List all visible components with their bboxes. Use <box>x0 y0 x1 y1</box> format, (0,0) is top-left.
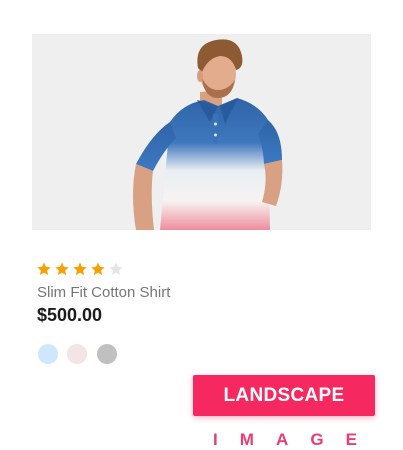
swatch-light-pink[interactable] <box>67 344 87 364</box>
caption-letter: I <box>213 430 218 449</box>
star-filled-icon <box>54 261 72 277</box>
product-title[interactable]: Slim Fit Cotton Shirt <box>37 284 170 301</box>
product-price: $500.00 <box>37 305 103 325</box>
product-image[interactable] <box>32 34 371 230</box>
star-filled-icon <box>90 261 108 277</box>
caption-letter: E <box>345 430 357 449</box>
product-photo <box>32 34 371 230</box>
image-caption: IMAGE <box>193 430 375 450</box>
star-rating <box>36 261 126 277</box>
swatch-gray[interactable] <box>97 344 117 364</box>
star-empty-icon <box>108 261 126 277</box>
swatch-light-blue[interactable] <box>38 344 58 364</box>
landscape-button[interactable]: LANDSCAPE <box>193 375 375 416</box>
caption-letter: G <box>310 430 324 449</box>
caption-letter: A <box>276 430 289 449</box>
caption-letter: M <box>239 430 254 449</box>
star-filled-icon <box>72 261 90 277</box>
star-filled-icon <box>36 261 54 277</box>
